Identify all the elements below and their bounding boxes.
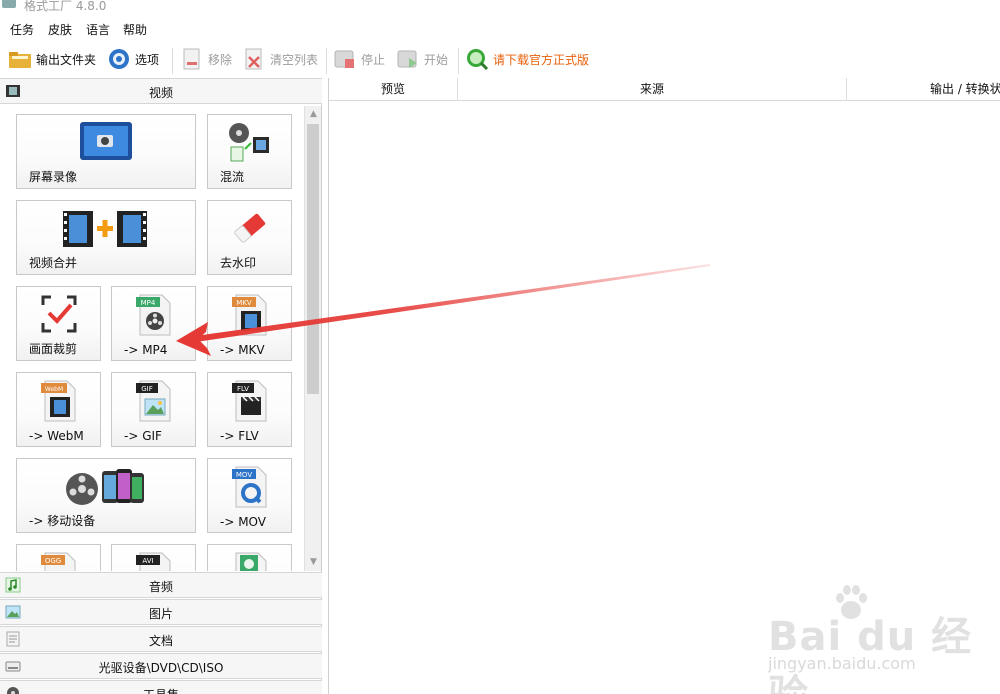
tile-wmv[interactable] [207,544,292,571]
stop-icon [334,50,354,68]
clear-list-button[interactable]: 清空列表 [242,46,318,72]
ogg-badge: OGG [44,557,60,565]
tile-mp4[interactable]: MP4 -> MP4 [111,286,196,361]
menu-skin[interactable]: 皮肤 [48,21,72,38]
task-table-header: 预览 来源 输出 / 转换状 [329,78,1000,101]
tile-screen-record[interactable]: 屏幕录像 [16,114,196,189]
menu-help[interactable]: 帮助 [123,21,147,38]
section-document[interactable]: 文档 [0,626,322,652]
webm-file-icon: WebM [40,380,75,422]
toolbar-separator [458,48,459,74]
mov-badge: MOV [235,471,251,479]
remove-button[interactable]: 移除 [180,46,232,72]
mp4-badge: MP4 [140,299,155,307]
webm-badge: WebM [44,386,62,393]
watermark-url: jingyan.baidu.com [768,654,916,673]
avi-badge: AVI [142,557,153,565]
flv-file-icon: FLV [231,380,266,422]
watermark-brand: Bai du 经验 [768,614,973,694]
scroll-up-arrow-icon[interactable]: ▲ [305,106,322,123]
video-tools-grid: 屏幕录像 混流 视频合并 去水印 画面裁剪 MP4 -> MP4 MKV -> … [0,106,304,571]
gif-file-icon: GIF [135,380,170,422]
tile-ogg[interactable]: OGG [16,544,101,571]
window-title: 格式工厂 4.8.0 [24,0,107,13]
toolbar: 输出文件夹 选项 移除 清空列表 停止 开始 请下载官方正式版 [0,42,1000,76]
clear-list-icon [245,48,262,70]
start-icon [397,50,417,68]
tile-mux[interactable]: 混流 [207,114,292,189]
stop-button[interactable]: 停止 [333,46,385,72]
globe-icon [467,49,489,71]
column-preview[interactable]: 预览 [329,78,458,101]
column-source[interactable]: 来源 [458,78,847,101]
video-grid-scrollbar[interactable]: ▲ ▼ [304,106,321,571]
section-toolset[interactable]: 工具集 [0,680,322,694]
section-image[interactable]: 图片 [0,599,322,625]
eraser-icon [233,213,265,243]
avi-file-icon: AVI [135,552,170,571]
gear-icon [109,49,129,69]
download-official-link[interactable]: 请下载官方正式版 [465,46,589,72]
toolbar-separator [326,48,327,74]
start-button[interactable]: 开始 [396,46,448,72]
tile-webm[interactable]: WebM -> WebM [16,372,101,447]
wmv-file-icon [235,552,266,571]
gif-badge: GIF [141,385,153,393]
menu-bar: 任务 皮肤 语言 帮助 [0,18,1000,40]
section-video[interactable]: 视频 [0,78,322,104]
mkv-file-icon: MKV [231,294,266,336]
mux-icon [228,123,269,162]
toolbar-separator [172,48,173,74]
folder-icon [9,52,31,68]
mov-file-icon: MOV [231,466,266,508]
tile-gif[interactable]: GIF -> GIF [111,372,196,447]
menu-language[interactable]: 语言 [86,21,110,38]
column-output-status[interactable]: 输出 / 转换状 [847,78,1000,101]
baidu-jingyan-watermark: Bai du 经验 jingyan.baidu.com [764,580,996,694]
screen-record-icon [80,122,132,160]
category-panel: 视频 屏幕录像 混流 视频合并 去水印 画面裁剪 MP4 -> MP4 MKV … [0,78,322,694]
remove-icon [183,48,200,70]
ogg-file-icon: OGG [40,552,75,571]
app-icon [2,0,16,8]
crop-icon [41,295,76,333]
scroll-thumb[interactable] [307,124,319,394]
menu-task[interactable]: 任务 [10,21,34,38]
mobile-device-icon [66,469,144,505]
section-audio[interactable]: 音频 [0,572,322,598]
video-merge-icon [63,211,147,247]
tile-avi[interactable]: AVI [111,544,196,571]
tile-mov[interactable]: MOV -> MOV [207,458,292,533]
tile-video-merge[interactable]: 视频合并 [16,200,196,275]
tile-remove-watermark[interactable]: 去水印 [207,200,292,275]
options-button[interactable]: 选项 [107,46,159,72]
mkv-badge: MKV [236,299,252,307]
tile-mobile-device[interactable]: -> 移动设备 [16,458,196,533]
tile-crop[interactable]: 画面裁剪 [16,286,101,361]
scroll-down-arrow-icon[interactable]: ▼ [305,554,322,571]
section-disc-device[interactable]: 光驱设备\DVD\CD\ISO [0,653,322,679]
tile-mkv[interactable]: MKV -> MKV [207,286,292,361]
mp4-file-icon: MP4 [135,294,170,336]
tile-flv[interactable]: FLV -> FLV [207,372,292,447]
flv-badge: FLV [237,385,249,393]
title-bar: 格式工厂 4.8.0 [0,0,1000,14]
output-folder-button[interactable]: 输出文件夹 [8,46,96,72]
